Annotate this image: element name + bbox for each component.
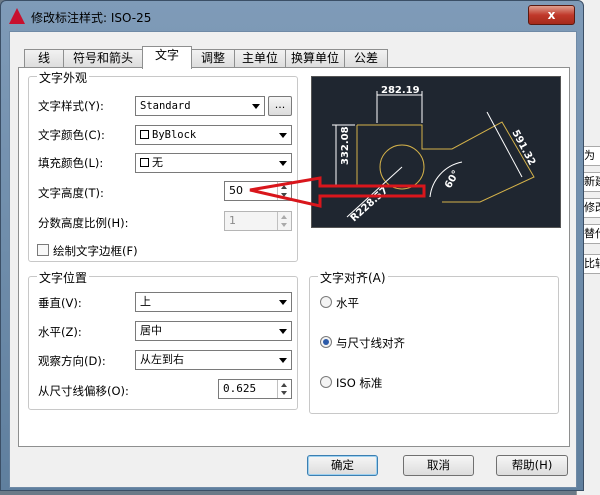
spin-down-icon (281, 391, 287, 395)
color-swatch-icon (140, 130, 149, 139)
align-with-dimline-label: 与尺寸线对齐 (336, 336, 405, 350)
vertical-value: 上 (140, 295, 151, 308)
tab-alternate-units[interactable]: 换算单位 (285, 49, 345, 68)
text-color-value: ByBlock (152, 129, 197, 141)
text-height-label: 文字高度(T): (38, 186, 104, 200)
text-height-value: 50 (229, 184, 243, 197)
view-direction-dropdown[interactable]: 从左到右 (135, 350, 292, 370)
dim-top-text: 282.19 (381, 85, 420, 96)
color-swatch-icon (140, 158, 149, 167)
offset-label: 从尺寸线偏移(O): (38, 384, 129, 398)
spinner-buttons[interactable] (277, 380, 291, 398)
text-style-label: 文字样式(Y): (38, 99, 104, 113)
align-horizontal-label: 水平 (336, 296, 359, 310)
horizontal-value: 居中 (140, 324, 162, 337)
tab-fit[interactable]: 调整 (191, 49, 235, 68)
fraction-scale-input[interactable]: 1 (224, 211, 292, 231)
draw-frame-checkbox[interactable] (37, 244, 49, 256)
chevron-down-icon (275, 351, 291, 369)
view-direction-value: 从左到右 (140, 353, 184, 366)
spin-up-icon (281, 185, 287, 189)
spin-up-icon (281, 215, 287, 219)
offset-input[interactable]: 0.625 (218, 379, 292, 399)
vertical-dropdown[interactable]: 上 (135, 292, 292, 312)
help-button[interactable]: 帮助(H) (496, 455, 568, 476)
chevron-down-icon (275, 126, 291, 144)
fill-color-dropdown[interactable]: 无 (135, 153, 292, 173)
title-bar[interactable]: 修改标注样式: ISO-25 x (1, 1, 583, 31)
draw-frame-label: 绘制文字边框(F) (53, 244, 138, 258)
spin-up-icon (281, 383, 287, 387)
text-color-dropdown[interactable]: ByBlock (135, 125, 292, 145)
fraction-scale-label: 分数高度比例(H): (38, 216, 129, 230)
text-style-dropdown[interactable]: Standard (135, 96, 265, 116)
view-direction-label: 观察方向(D): (38, 354, 106, 368)
chevron-down-icon (275, 154, 291, 172)
text-color-label: 文字颜色(C): (38, 128, 105, 142)
chevron-down-icon (275, 293, 291, 311)
dim-angle-text: 60° (443, 169, 462, 191)
fill-color-value: 无 (152, 156, 163, 169)
dim-radius-text: R228.57 (349, 185, 391, 224)
horizontal-label: 水平(Z): (38, 325, 82, 339)
tab-symbols-arrows[interactable]: 符号和箭头 (63, 49, 143, 68)
tab-text[interactable]: 文字 (142, 46, 192, 69)
text-appearance-title: 文字外观 (37, 69, 90, 86)
text-height-input[interactable]: 50 (224, 181, 292, 201)
autocad-logo-icon (9, 8, 25, 24)
ok-button[interactable]: 确定 (307, 455, 378, 476)
text-placement-title: 文字位置 (37, 269, 90, 286)
preview-drawing: 282.19 332.08 591.32 R228.57 60° (332, 85, 537, 224)
dim-left-text: 332.08 (340, 126, 351, 165)
preview-outline (356, 125, 382, 186)
tab-tolerances[interactable]: 公差 (344, 49, 388, 68)
tab-lines[interactable]: 线 (24, 49, 64, 68)
close-button[interactable]: x (528, 5, 575, 25)
vertical-label: 垂直(V): (38, 296, 82, 310)
text-alignment-title: 文字对齐(A) (318, 269, 388, 286)
spin-down-icon (281, 223, 287, 227)
fill-color-label: 填充颜色(L): (38, 156, 104, 170)
align-iso-radio[interactable] (320, 376, 332, 388)
offset-value: 0.625 (223, 382, 257, 395)
text-style-value: Standard (140, 100, 191, 112)
chevron-down-icon (248, 97, 264, 115)
align-with-dimline-radio[interactable] (320, 336, 332, 348)
spinner-buttons[interactable] (277, 182, 291, 200)
cancel-button[interactable]: 取消 (403, 455, 474, 476)
spinner-buttons[interactable] (277, 212, 291, 230)
fraction-scale-value: 1 (229, 214, 236, 227)
tab-primary-units[interactable]: 主单位 (234, 49, 286, 68)
dimension-preview: 282.19 332.08 591.32 R228.57 60° (311, 76, 561, 228)
chevron-down-icon (275, 322, 291, 340)
text-style-browse-button[interactable]: ... (268, 96, 292, 116)
horizontal-dropdown[interactable]: 居中 (135, 321, 292, 341)
spin-down-icon (281, 193, 287, 197)
window-title: 修改标注样式: ISO-25 (31, 11, 152, 25)
align-iso-label: ISO 标准 (336, 376, 383, 390)
align-horizontal-radio[interactable] (320, 296, 332, 308)
